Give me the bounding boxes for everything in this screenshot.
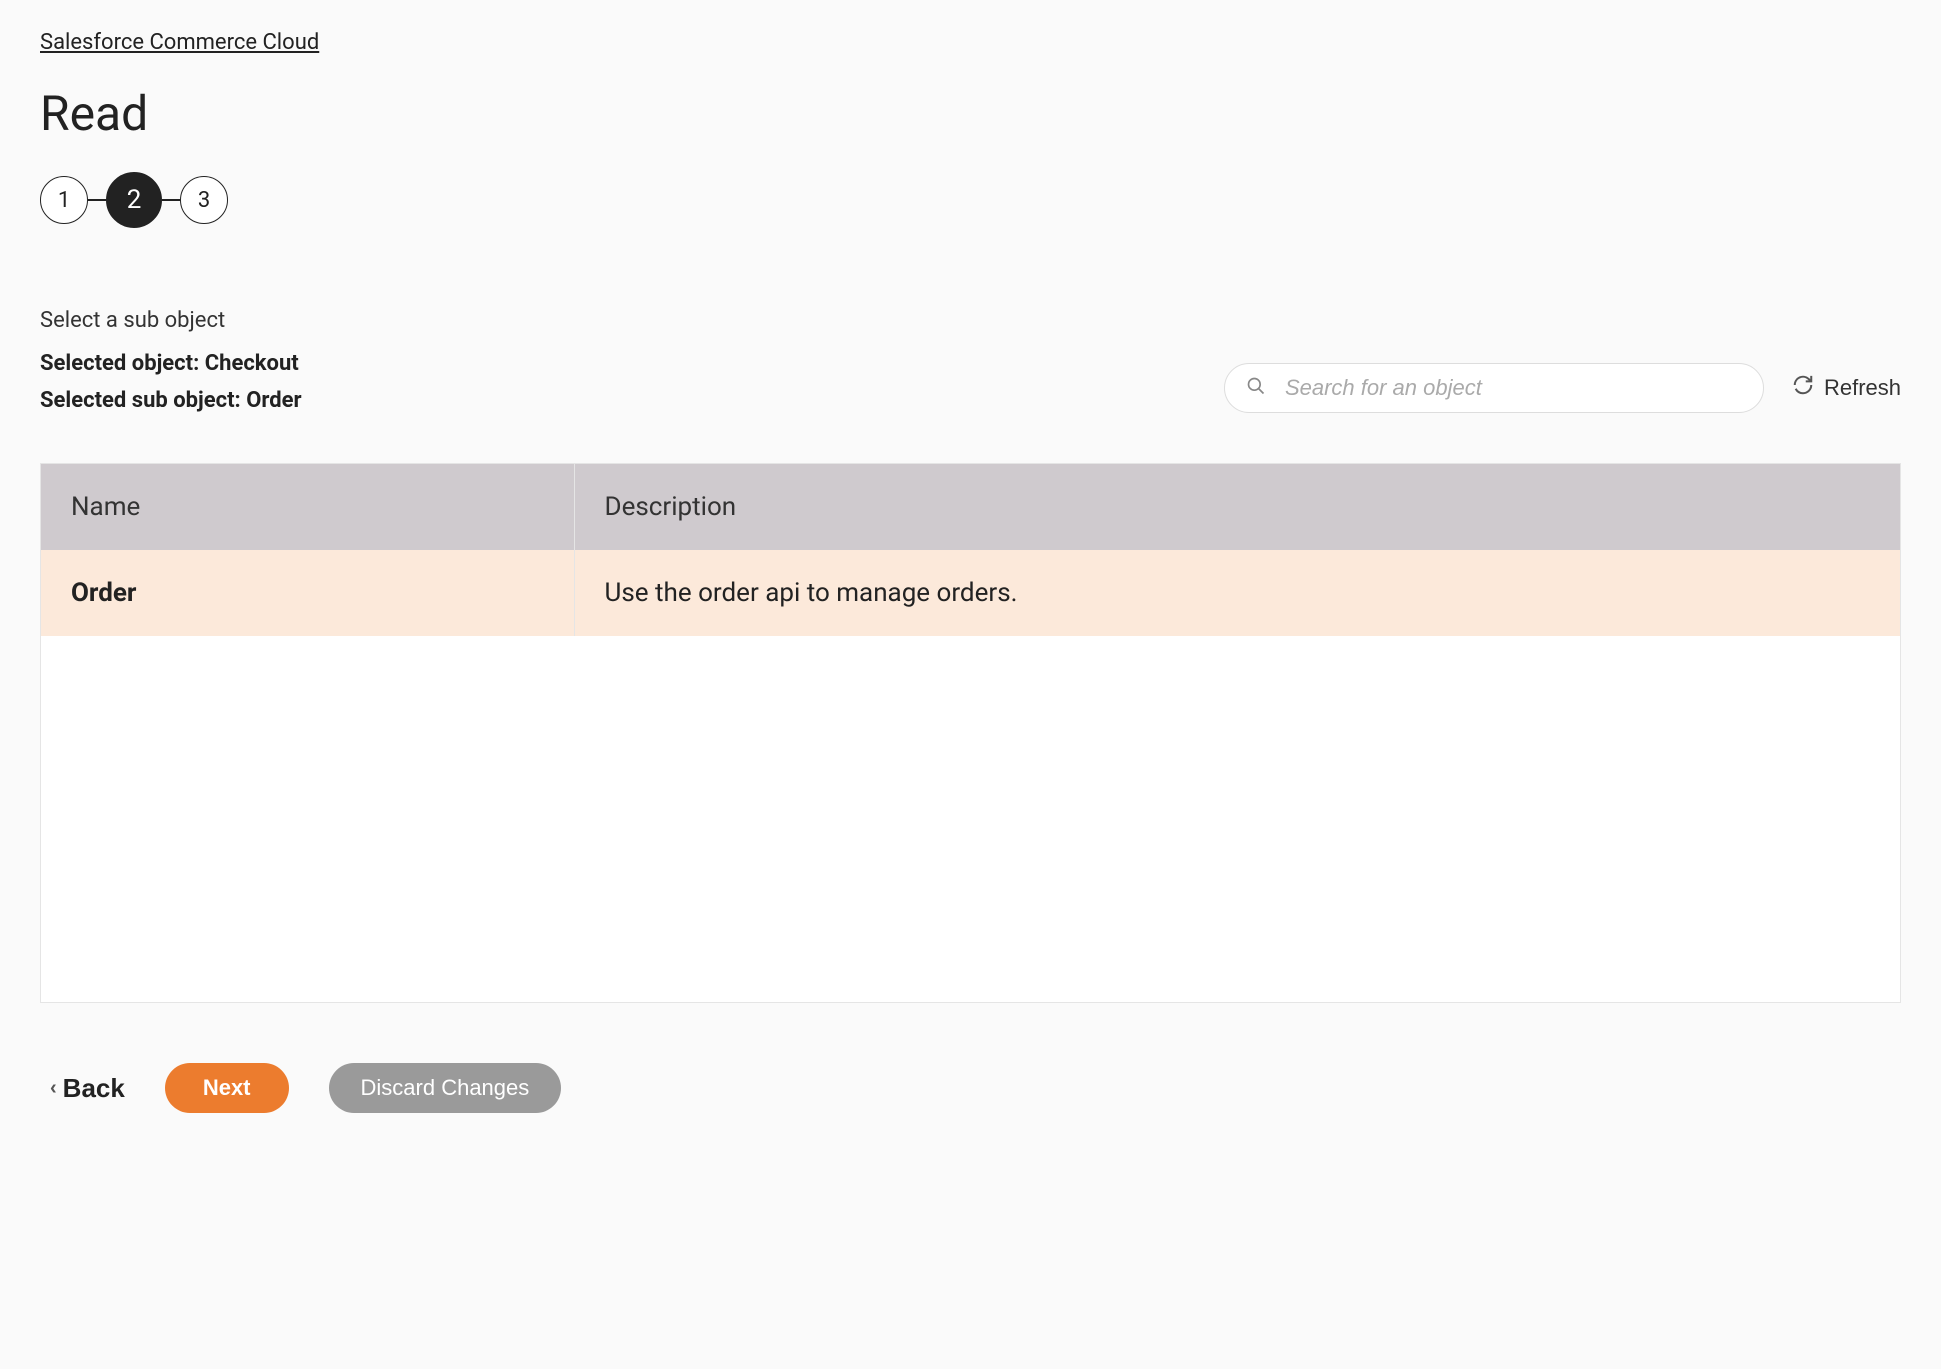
table-header: Name Description (41, 464, 1900, 550)
cell-description: Use the order api to manage orders. (575, 550, 1900, 636)
search-icon (1246, 376, 1266, 400)
back-button[interactable]: ‹ Back (50, 1073, 125, 1104)
column-header-name: Name (41, 464, 575, 550)
stepper: 1 2 3 (40, 172, 1901, 228)
page-title: Read (40, 85, 1901, 142)
back-label: Back (63, 1073, 125, 1104)
step-2[interactable]: 2 (106, 172, 162, 228)
breadcrumb-link[interactable]: Salesforce Commerce Cloud (40, 30, 319, 55)
search-input[interactable] (1224, 363, 1764, 413)
step-connector (162, 199, 180, 201)
refresh-button[interactable]: Refresh (1792, 374, 1901, 402)
refresh-icon (1792, 374, 1814, 402)
footer-actions: ‹ Back Next Discard Changes (40, 1063, 1901, 1113)
step-connector (88, 199, 106, 201)
chevron-left-icon: ‹ (50, 1077, 57, 1100)
cell-name: Order (41, 550, 575, 636)
step-3[interactable]: 3 (180, 176, 228, 224)
refresh-label: Refresh (1824, 375, 1901, 401)
column-header-description: Description (575, 464, 1900, 550)
toolbar: Refresh (40, 363, 1901, 413)
step-1[interactable]: 1 (40, 176, 88, 224)
discard-changes-button[interactable]: Discard Changes (329, 1063, 562, 1113)
table-row[interactable]: Order Use the order api to manage orders… (41, 550, 1900, 636)
next-button[interactable]: Next (165, 1063, 289, 1113)
sub-object-table: Name Description Order Use the order api… (40, 463, 1901, 1003)
search-wrapper (1224, 363, 1764, 413)
intro-text: Select a sub object (40, 308, 1901, 333)
